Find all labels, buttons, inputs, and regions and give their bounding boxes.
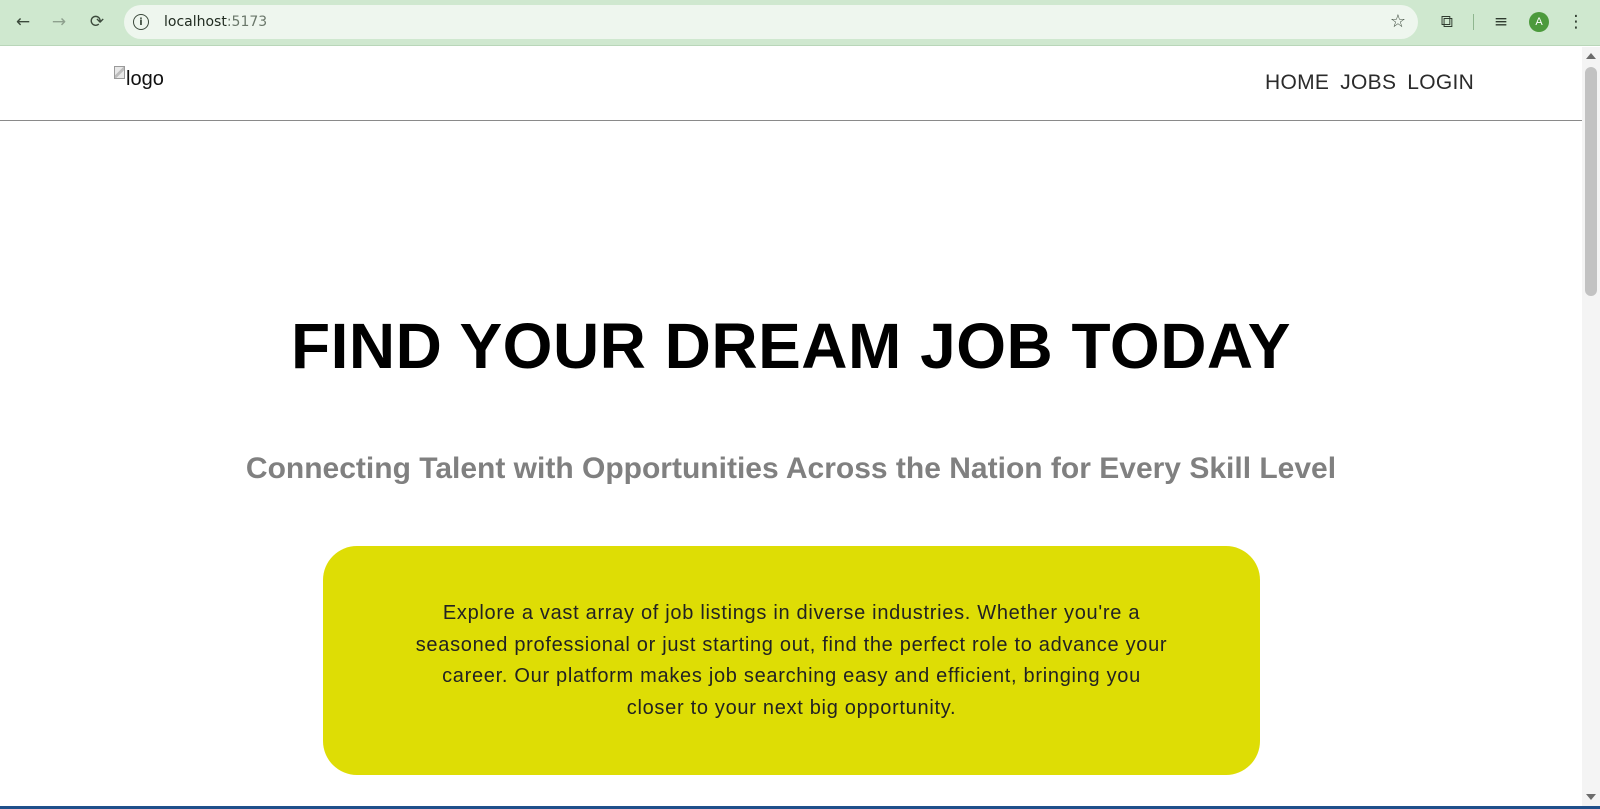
- logo-alt-text: logo: [126, 68, 164, 90]
- reload-icon[interactable]: ⟳: [84, 9, 110, 35]
- scrollbar-thumb[interactable]: [1585, 67, 1597, 296]
- url-text[interactable]: localhost:5173: [164, 14, 267, 30]
- hero-title: FIND YOUR DREAM JOB TODAY: [291, 310, 1291, 382]
- scroll-up-arrow-icon[interactable]: [1586, 53, 1596, 59]
- broken-image-icon: [114, 66, 125, 79]
- nav-link-login[interactable]: LOGIN: [1407, 71, 1474, 95]
- url-host: localhost: [164, 14, 227, 30]
- scroll-down-arrow-icon[interactable]: [1586, 794, 1596, 800]
- hero-description-card: Explore a vast array of job listings in …: [323, 546, 1260, 775]
- site-info-icon[interactable]: i: [133, 14, 149, 30]
- nav-link-home[interactable]: HOME: [1265, 71, 1329, 95]
- media-controls-icon[interactable]: ≡: [1488, 10, 1514, 34]
- page-scrollbar[interactable]: [1582, 47, 1600, 806]
- profile-avatar[interactable]: A: [1529, 12, 1549, 32]
- toolbar-divider: [1473, 14, 1474, 30]
- web-page: logo HOME JOBS LOGIN FIND YOUR DREAM JOB…: [0, 47, 1582, 806]
- extensions-icon[interactable]: ⧉: [1434, 10, 1460, 34]
- forward-icon[interactable]: →: [46, 9, 72, 35]
- hero-subtitle: Connecting Talent with Opportunities Acr…: [245, 452, 1337, 485]
- hero-description: Explore a vast array of job listings in …: [415, 602, 1168, 719]
- address-bar[interactable]: i localhost:5173 ☆: [124, 5, 1418, 39]
- browser-menu-icon[interactable]: ⋮: [1566, 10, 1586, 34]
- nav-link-jobs[interactable]: JOBS: [1340, 71, 1396, 95]
- browser-toolbar: ← → ⟳ i localhost:5173 ☆ ⧉ ≡ A ⋮: [0, 0, 1600, 46]
- site-logo[interactable]: logo: [114, 66, 164, 91]
- back-icon[interactable]: ←: [10, 9, 36, 35]
- site-navbar: logo HOME JOBS LOGIN: [0, 47, 1582, 121]
- bookmark-star-icon[interactable]: ☆: [1390, 11, 1406, 32]
- nav-links: HOME JOBS LOGIN: [1265, 71, 1474, 95]
- url-port: :5173: [226, 14, 268, 30]
